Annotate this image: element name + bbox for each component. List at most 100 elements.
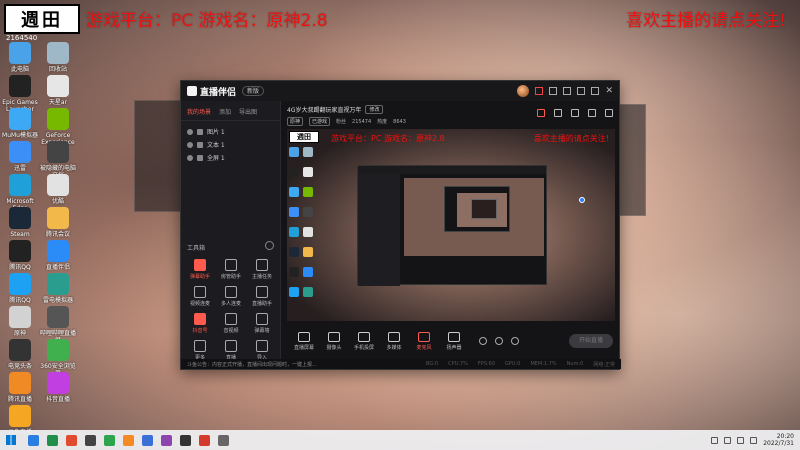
speaker-icon <box>448 331 460 342</box>
visibility-icon[interactable] <box>187 141 193 148</box>
desktop-icon[interactable]: 电竞头条 <box>2 339 38 370</box>
edit-title-button[interactable]: 修改 <box>365 105 384 114</box>
version-badge[interactable]: 新版 <box>242 86 265 96</box>
logo-text: 週田 <box>21 10 63 31</box>
desktop-icon[interactable]: 腾讯直播 <box>2 372 38 403</box>
lock-icon[interactable] <box>197 141 203 148</box>
toolbox-item[interactable]: 房管助手 <box>216 259 246 280</box>
layout-icon[interactable] <box>605 109 613 117</box>
stream-preview[interactable]: 週田 游戏平台：PC 游戏名：原神2.8 喜欢主播的请点关注! <box>287 129 615 321</box>
desktop-icon[interactable]: 腾讯会议 <box>40 207 76 238</box>
preview-app-icon <box>289 147 299 157</box>
visibility-icon[interactable] <box>187 154 193 161</box>
desktop-icon[interactable]: 雷电模拟器 <box>40 273 76 304</box>
camera-icon <box>328 331 340 342</box>
desktop-icon-label: 优酷 <box>51 198 64 205</box>
taskbar-app-icon[interactable] <box>161 434 172 446</box>
toolbox-item[interactable]: 直播 <box>216 340 246 361</box>
volume-icon[interactable] <box>737 436 745 444</box>
toolbox-item[interactable]: 主播任务 <box>247 259 277 280</box>
close-icon[interactable]: ✕ <box>605 86 613 96</box>
tab-export[interactable]: 导出图 <box>239 107 257 116</box>
desktop-icon[interactable]: 抖音直播 <box>40 372 76 403</box>
menu-icon[interactable] <box>563 87 572 95</box>
control-media[interactable]: 多媒体 <box>379 331 409 351</box>
desktop-icon[interactable]: 腾讯QQ <box>2 240 38 271</box>
toolbox-item[interactable]: 视频连麦 <box>185 286 215 307</box>
category-tag[interactable]: 原神 <box>287 117 304 126</box>
eye-icon[interactable] <box>495 337 503 345</box>
user-avatar[interactable] <box>517 85 530 97</box>
toolbox-more-icon[interactable] <box>265 241 274 250</box>
tool-label: 直播助手 <box>251 301 272 307</box>
visibility-icon[interactable] <box>187 128 193 135</box>
toolbox-item[interactable]: 音视频 <box>216 313 246 334</box>
control-phone-cast[interactable]: 手机投屏 <box>349 331 379 351</box>
tab-my-scenes[interactable]: 我的场景 <box>187 107 211 116</box>
toolbox-item[interactable]: 导入 <box>247 340 277 361</box>
toolbox-item[interactable]: 直播助手 <box>247 286 277 307</box>
desktop-icon[interactable]: 天星ar <box>40 75 76 106</box>
taskbar-app-icon[interactable] <box>218 434 229 446</box>
taskbar-app-icon[interactable] <box>66 434 77 446</box>
stat-item: 网络:正常 <box>593 361 615 368</box>
control-microphone[interactable]: 麦克风 <box>409 331 439 351</box>
control-speaker[interactable]: 扬声器 <box>439 331 469 351</box>
lock-icon[interactable] <box>197 154 203 161</box>
taskbar-app-icon[interactable] <box>47 434 58 446</box>
taskbar-app-icon[interactable] <box>180 434 191 446</box>
scene-item[interactable]: 全屏 1 <box>187 151 274 164</box>
toolbox-item[interactable]: 多人连麦 <box>216 286 246 307</box>
desktop-icon[interactable]: 回收站 <box>40 42 76 73</box>
gift-icon[interactable] <box>537 109 545 117</box>
scene-item[interactable]: 文本 1 <box>187 138 274 151</box>
taskbar-app-icon[interactable] <box>85 434 96 446</box>
taskbar-app-icon[interactable] <box>123 434 134 446</box>
tool-label: 音视频 <box>223 328 239 334</box>
toolbox-item[interactable]: 弹幕墙 <box>247 313 277 334</box>
desktop-icon[interactable]: 腾讯QQ <box>2 273 38 304</box>
toolbox-item[interactable]: 抖音号 <box>185 313 215 334</box>
toolbox-item[interactable]: 弹幕助手 <box>185 259 215 280</box>
desktop-icon[interactable]: Steam <box>2 207 38 238</box>
lock-icon[interactable] <box>197 128 203 135</box>
desktop-icon[interactable]: 优酷 <box>40 174 76 205</box>
ime-icon[interactable] <box>750 436 758 444</box>
nested-preview-window <box>357 165 547 286</box>
notification-icon[interactable] <box>535 87 544 95</box>
taskbar-app-icon[interactable] <box>199 434 210 446</box>
taskbar-app-icon[interactable] <box>142 434 153 446</box>
tab-add[interactable]: 添加 <box>219 107 231 116</box>
settings-icon[interactable] <box>549 87 558 95</box>
share-icon[interactable] <box>571 109 579 117</box>
desktop-icon[interactable]: 迅雷 <box>2 141 38 172</box>
bell-icon[interactable] <box>588 109 596 117</box>
control-screen-capture[interactable]: 直播屏幕 <box>289 331 319 351</box>
taskbar-app-icon[interactable] <box>104 434 115 446</box>
tool-icon <box>256 313 268 325</box>
control-camera[interactable]: 摄像头 <box>319 331 349 351</box>
app-icon <box>47 273 69 295</box>
lock-icon[interactable] <box>554 109 562 117</box>
desktop-icon[interactable]: 此电脑 <box>2 42 38 73</box>
app-status-bar: 斗鱼公告：内容正式开播，直播间出现问题时，一键上报... BG:0 CPU:7% F… <box>181 359 621 369</box>
status-notice[interactable]: 斗鱼公告：内容正式开播，直播间出现问题时，一键上报... <box>187 361 426 368</box>
live-companion-window[interactable]: 直播伴侣 新版 ✕ 我的场景 添加 导出图 图片 1 文本 1 全屏 1 工具箱… <box>180 80 621 370</box>
desktop-icon[interactable]: 原神 <box>2 306 38 337</box>
desktop-icon[interactable]: MuMu模拟器 <box>2 108 38 139</box>
tool-icon <box>194 259 206 271</box>
start-live-button[interactable]: 开始直播 <box>569 334 613 348</box>
network-icon[interactable] <box>724 436 732 444</box>
record-icon[interactable] <box>479 337 487 345</box>
windows-start-icon[interactable] <box>6 435 16 445</box>
toolbox-item[interactable]: 更多 <box>185 340 215 361</box>
minimize-icon[interactable] <box>577 87 586 95</box>
gear-icon[interactable] <box>511 337 519 345</box>
desktop-icon[interactable]: 直播伴侣 <box>40 240 76 271</box>
desktop-icon-label: 天星ar <box>48 99 68 106</box>
chevron-up-icon[interactable] <box>711 436 719 444</box>
maximize-icon[interactable] <box>591 87 600 95</box>
system-clock[interactable]: 20:20 2022/7/31 <box>763 433 794 447</box>
taskbar-app-icon[interactable] <box>28 434 39 446</box>
scene-item[interactable]: 图片 1 <box>187 125 274 138</box>
